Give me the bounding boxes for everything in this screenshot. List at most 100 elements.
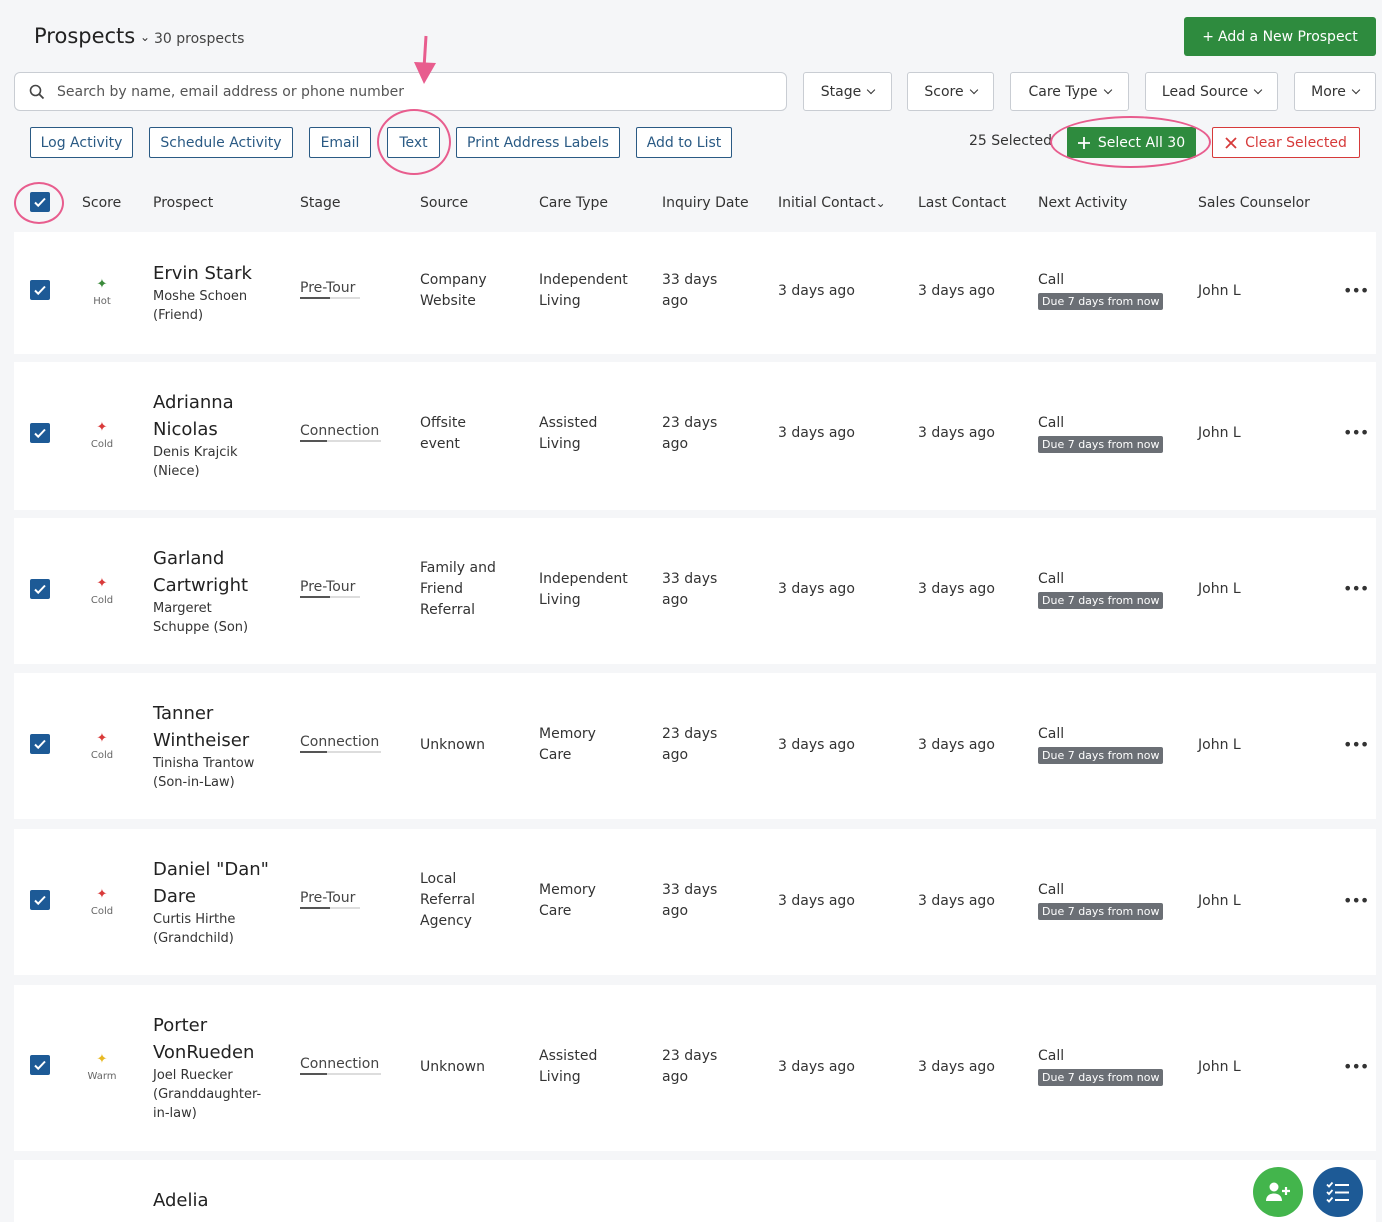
email-button[interactable]: Email	[309, 127, 371, 158]
col-header-source[interactable]: Source	[420, 195, 468, 211]
prospect-name-line2[interactable]: Dare	[153, 883, 283, 910]
stage-progress	[300, 440, 327, 442]
activity-type: Call	[1038, 726, 1065, 742]
col-header-last-contact[interactable]: Last Contact	[918, 195, 1006, 211]
col-header-initial-contact-label: Initial Contact	[778, 195, 876, 211]
stage-label: Pre-Tour	[300, 280, 356, 296]
col-header-sales-counselor[interactable]: Sales Counselor	[1198, 195, 1310, 211]
schedule-activity-button[interactable]: Schedule Activity	[149, 127, 293, 158]
row-checkbox[interactable]	[30, 423, 50, 443]
next-activity-cell[interactable]: Call Due 7 days from now	[1038, 724, 1164, 766]
clear-selected-button[interactable]: Clear Selected	[1212, 127, 1360, 158]
table-row[interactable]: ✦ Cold Garland Cartwright Margeret Schup…	[14, 518, 1376, 664]
add-to-list-button[interactable]: Add to List	[636, 127, 732, 158]
row-more-menu-icon[interactable]: •••	[1343, 422, 1369, 443]
prospect-contact-relation: (Granddaughter-	[153, 1087, 262, 1102]
source-cell: Offsite event	[420, 413, 466, 455]
due-badge: Due 7 days from now	[1038, 592, 1164, 609]
prospect-name[interactable]: Ervin Stark	[153, 260, 283, 287]
prospect-name[interactable]: Adelia	[153, 1187, 283, 1214]
row-checkbox[interactable]	[30, 280, 50, 300]
table-row[interactable]: Adelia	[14, 1160, 1376, 1222]
table-row[interactable]: ✦ Warm Porter VonRueden Joel Ruecker (Gr…	[14, 985, 1376, 1151]
add-new-prospect-button[interactable]: + Add a New Prospect	[1184, 17, 1376, 56]
prospect-name-line2[interactable]: Cartwright	[153, 572, 283, 599]
inquiry-date-cell: 33 days ago	[662, 880, 717, 922]
prospect-name[interactable]: Tanner	[153, 700, 283, 727]
col-header-score[interactable]: Score	[82, 195, 121, 211]
print-address-labels-button[interactable]: Print Address Labels	[456, 127, 620, 158]
col-header-care-type[interactable]: Care Type	[539, 195, 608, 211]
score-indicator: ✦ Hot	[82, 278, 122, 312]
inquiry-date-line: ago	[662, 436, 689, 452]
row-more-menu-icon[interactable]: •••	[1343, 578, 1369, 599]
stage-progress	[300, 907, 330, 909]
prospect-name-line2[interactable]: VonRueden	[153, 1039, 283, 1066]
annotation-ring-text	[377, 109, 451, 175]
initial-contact-cell: 3 days ago	[778, 581, 855, 597]
table-row[interactable]: ✦ Hot Ervin Stark Moshe Schoen (Friend) …	[14, 232, 1376, 354]
filter-stage[interactable]: Stage	[803, 72, 892, 111]
next-activity-cell[interactable]: Call Due 7 days from now	[1038, 1046, 1164, 1088]
table-row[interactable]: ✦ Cold Daniel "Dan" Dare Curtis Hirthe (…	[14, 829, 1376, 975]
select-all-checkbox[interactable]	[30, 192, 50, 212]
score-indicator: ✦ Cold	[82, 888, 122, 922]
next-activity-cell[interactable]: Call Due 7 days from now	[1038, 880, 1164, 922]
row-checkbox[interactable]	[30, 579, 50, 599]
col-header-initial-contact[interactable]: Initial Contact⌄	[778, 195, 886, 211]
inquiry-date-cell: 33 days ago	[662, 569, 717, 611]
log-activity-button[interactable]: Log Activity	[30, 127, 133, 158]
stage-progress	[300, 1073, 327, 1075]
row-checkbox[interactable]	[30, 890, 50, 910]
search-input[interactable]	[57, 83, 757, 100]
add-prospect-fab[interactable]	[1253, 1167, 1303, 1217]
search-box[interactable]	[14, 72, 787, 111]
col-header-next-activity[interactable]: Next Activity	[1038, 195, 1127, 211]
filter-care-type[interactable]: Care Type	[1010, 72, 1129, 111]
prospect-name[interactable]: Daniel "Dan"	[153, 856, 283, 883]
stage-progress	[300, 596, 330, 598]
row-more-menu-icon[interactable]: •••	[1343, 1056, 1369, 1077]
prospect-name-line2[interactable]: Nicolas	[153, 416, 283, 443]
next-activity-cell[interactable]: Call Due 7 days from now	[1038, 270, 1164, 312]
table-row[interactable]: ✦ Cold Adrianna Nicolas Denis Krajcik (N…	[14, 362, 1376, 510]
filter-more[interactable]: More	[1294, 72, 1376, 111]
initial-contact-cell: 3 days ago	[778, 1059, 855, 1075]
filter-lead-source[interactable]: Lead Source	[1145, 72, 1278, 111]
care-type-line: Assisted	[539, 415, 598, 431]
prospect-name[interactable]: Porter	[153, 1012, 283, 1039]
stage-badge: Pre-Tour	[300, 890, 360, 909]
source-line: Website	[420, 293, 476, 309]
selected-count: 25 Selected	[969, 133, 1052, 149]
col-header-inquiry-date[interactable]: Inquiry Date	[662, 195, 749, 211]
sparkle-icon: ✦	[96, 887, 108, 902]
row-more-menu-icon[interactable]: •••	[1343, 280, 1369, 301]
sales-counselor-cell: John L	[1198, 283, 1241, 299]
prospect-contact-relation: (Friend)	[153, 308, 204, 323]
prospect-name-line2[interactable]: Wintheiser	[153, 727, 283, 754]
row-checkbox[interactable]	[30, 734, 50, 754]
last-contact-cell: 3 days ago	[918, 1059, 995, 1075]
row-more-menu-icon[interactable]: •••	[1343, 890, 1369, 911]
row-checkbox[interactable]	[30, 1055, 50, 1075]
check-icon	[34, 739, 46, 750]
filter-score[interactable]: Score	[907, 72, 994, 111]
prospect-contact-relation: (Niece)	[153, 464, 200, 479]
row-more-menu-icon[interactable]: •••	[1343, 734, 1369, 755]
activity-type: Call	[1038, 882, 1065, 898]
filter-score-label: Score	[924, 83, 964, 100]
task-list-fab[interactable]	[1313, 1167, 1363, 1217]
inquiry-date-line: 33 days	[662, 272, 718, 288]
last-contact-cell: 3 days ago	[918, 283, 995, 299]
col-header-prospect[interactable]: Prospect	[153, 195, 213, 211]
next-activity-cell[interactable]: Call Due 7 days from now	[1038, 413, 1164, 455]
prospect-name[interactable]: Garland	[153, 545, 283, 572]
stage-label: Pre-Tour	[300, 890, 356, 906]
care-type-cell: Assisted Living	[539, 1046, 597, 1088]
source-line: Friend	[420, 581, 464, 597]
prospect-name[interactable]: Adrianna	[153, 389, 283, 416]
next-activity-cell[interactable]: Call Due 7 days from now	[1038, 569, 1164, 611]
col-header-stage[interactable]: Stage	[300, 195, 340, 211]
table-row[interactable]: ✦ Cold Tanner Wintheiser Tinisha Trantow…	[14, 673, 1376, 819]
chevron-down-icon[interactable]: ⌄	[140, 30, 150, 44]
